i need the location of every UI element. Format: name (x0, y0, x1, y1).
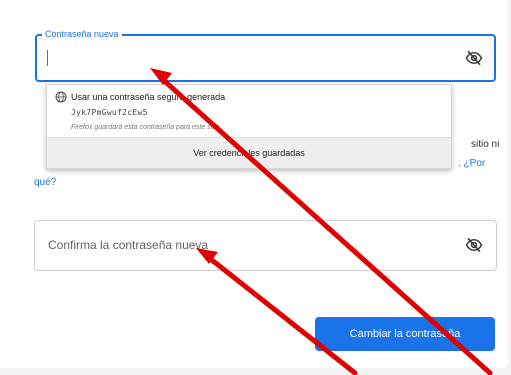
generated-password-option[interactable]: Usar una contraseña segura generada Jyk7… (47, 85, 451, 140)
globe-icon (55, 91, 67, 103)
why-link-fragment[interactable]: . ¿Por (458, 157, 485, 171)
new-password-field[interactable]: Contraseña nueva (35, 28, 496, 82)
suggestion-note: Firefox guardará esta contraseña para es… (71, 124, 222, 131)
view-saved-logins-button[interactable]: Ver credenciales guardadas (47, 137, 451, 168)
screenshot-stage: Contraseña nueva sitio ni . ¿Por qué? Us… (0, 0, 511, 375)
paragraph-text-fragment: sitio ni (471, 139, 500, 150)
text-caret (47, 50, 48, 66)
eye-off-icon[interactable] (465, 49, 483, 67)
confirm-password-field[interactable]: Confirma la contraseña nueva (34, 220, 497, 271)
suggestion-title: Usar una contraseña segura generada (71, 92, 226, 102)
why-link[interactable]: qué? (34, 176, 56, 190)
new-password-label: Contraseña nueva (42, 28, 122, 40)
generated-password: Jyk7PmGwuf2cEw5 (71, 108, 148, 117)
password-suggestion-popup: Usar una contraseña segura generada Jyk7… (46, 84, 452, 169)
change-password-card: Contraseña nueva sitio ni . ¿Por qué? Us… (0, 0, 508, 368)
confirm-password-placeholder: Confirma la contraseña nueva (48, 238, 209, 252)
eye-off-icon[interactable] (465, 236, 483, 254)
change-password-button[interactable]: Cambiar la contraseña (315, 317, 495, 351)
